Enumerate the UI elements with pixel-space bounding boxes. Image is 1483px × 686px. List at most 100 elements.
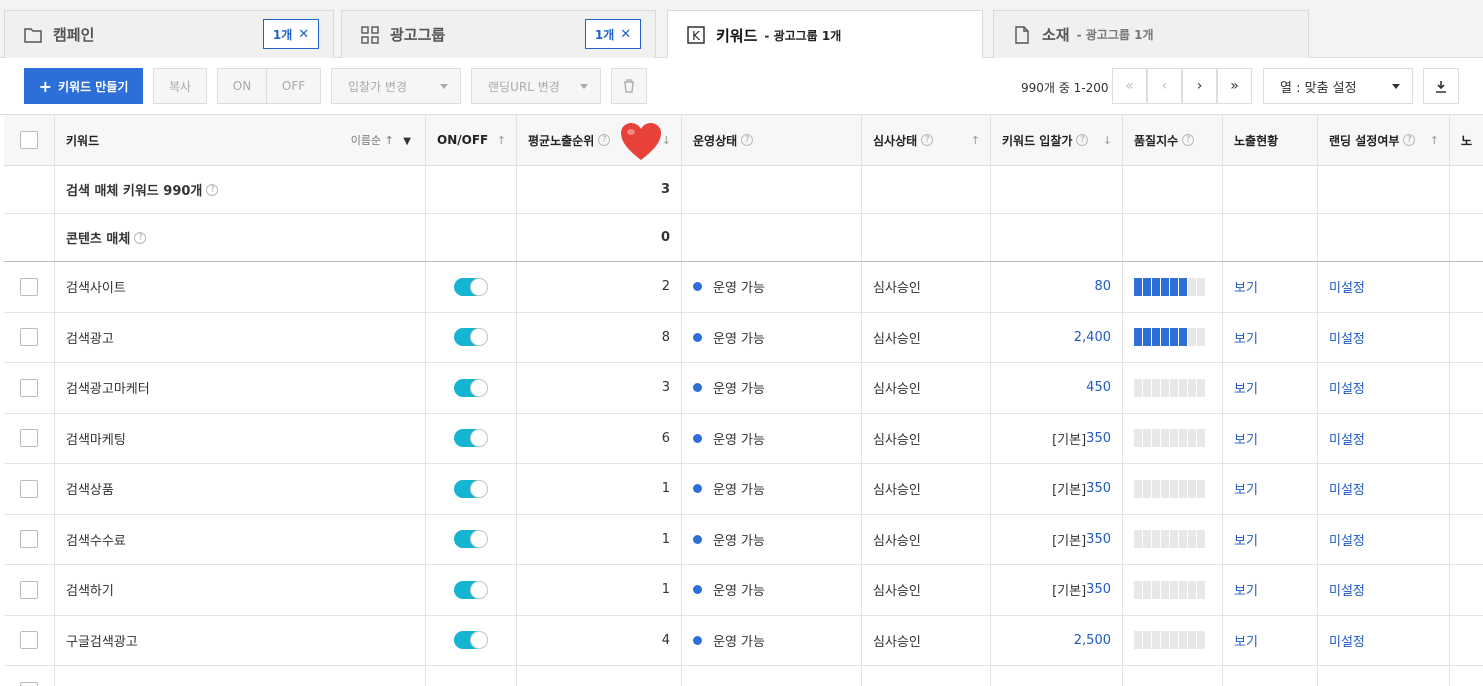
row-checkbox-cell[interactable] — [4, 363, 55, 413]
name-sort[interactable]: 이름순 ↑ ▼ — [351, 132, 411, 148]
col-status[interactable]: 운영상태? — [682, 115, 862, 165]
onoff-toggle[interactable] — [454, 631, 488, 650]
row-checkbox-cell[interactable] — [4, 413, 55, 463]
row-checkbox[interactable] — [20, 277, 38, 296]
onoff-cell[interactable] — [426, 413, 517, 463]
bid-cell[interactable]: 450 — [991, 363, 1123, 413]
row-checkbox[interactable] — [20, 378, 38, 397]
exposure-cell[interactable]: 보기 — [1223, 615, 1318, 665]
exposure-link[interactable]: 보기 — [1234, 429, 1258, 448]
onoff-toggle[interactable] — [454, 479, 488, 498]
exposure-link[interactable]: 보기 — [1234, 378, 1258, 397]
bid-cell[interactable]: 80 — [991, 262, 1123, 312]
onoff-toggle[interactable] — [454, 429, 488, 448]
row-checkbox-cell[interactable] — [4, 666, 55, 686]
landing-cell[interactable]: 미설정 — [1318, 514, 1450, 564]
row-checkbox-cell[interactable] — [4, 565, 55, 615]
landing-link[interactable]: 미설정 — [1329, 378, 1365, 397]
tab-campaign[interactable]: 캠페인 1개 ✕ — [4, 10, 334, 58]
bid-cell[interactable]: [기본] 350 — [991, 464, 1123, 514]
exposure-link[interactable]: 보기 — [1234, 479, 1258, 498]
bid-link[interactable]: 350 — [1086, 582, 1111, 597]
tab-keyword[interactable]: K 키워드 - 광고그룹 1개 — [667, 10, 983, 59]
col-landing[interactable]: 랜딩 설정여부? ↑ — [1318, 115, 1450, 165]
landing-cell[interactable]: 미설정 — [1318, 413, 1450, 463]
exposure-cell[interactable]: 보기 — [1223, 464, 1318, 514]
exposure-cell[interactable]: 보기 — [1223, 514, 1318, 564]
exposure-link[interactable]: 보기 — [1234, 328, 1258, 347]
landing-link[interactable]: 미설정 — [1329, 631, 1365, 650]
landing-cell[interactable]: 미설정 — [1318, 464, 1450, 514]
onoff-cell[interactable] — [426, 615, 517, 665]
landing-link[interactable]: 미설정 — [1329, 530, 1365, 549]
download-button[interactable] — [1423, 68, 1459, 104]
exposure-cell[interactable]: 보기 — [1223, 363, 1318, 413]
bid-link[interactable]: 2,400 — [1074, 330, 1111, 345]
exposure-link[interactable]: 보기 — [1234, 631, 1258, 650]
first-page-button[interactable]: « — [1112, 68, 1147, 104]
landing-link[interactable]: 미설정 — [1329, 277, 1365, 296]
col-exposure[interactable]: 노출현황 — [1223, 115, 1318, 165]
off-button[interactable]: OFF — [266, 68, 321, 104]
exposure-cell[interactable]: 보기 — [1223, 565, 1318, 615]
col-onoff[interactable]: ON/OFF ↑ — [426, 115, 517, 165]
onoff-cell[interactable] — [426, 565, 517, 615]
landing-cell[interactable]: 미설정 — [1318, 312, 1450, 362]
bid-cell[interactable]: 2,400 — [991, 312, 1123, 362]
onoff-cell[interactable] — [426, 312, 517, 362]
exposure-link[interactable]: 보기 — [1234, 580, 1258, 599]
bid-link[interactable]: 350 — [1086, 532, 1111, 547]
row-checkbox[interactable] — [20, 580, 38, 599]
bid-link[interactable]: 450 — [1086, 380, 1111, 395]
onoff-cell[interactable] — [426, 363, 517, 413]
copy-button[interactable]: 복사 — [153, 68, 207, 104]
delete-button[interactable] — [611, 68, 647, 104]
select-all-checkbox[interactable] — [20, 131, 38, 149]
col-bid[interactable]: 키워드 입찰가? ↓ — [991, 115, 1123, 165]
tab-creative[interactable]: 소재 - 광고그룹 1개 — [993, 10, 1309, 58]
landing-link[interactable]: 미설정 — [1329, 580, 1365, 599]
row-checkbox-cell[interactable] — [4, 312, 55, 362]
onoff-toggle[interactable] — [454, 580, 488, 599]
create-keyword-button[interactable]: + 키워드 만들기 — [24, 68, 143, 104]
column-settings-dropdown[interactable]: 열 : 맞춤 설정 — [1263, 68, 1413, 104]
row-checkbox[interactable] — [20, 530, 38, 549]
adgroup-filter-badge[interactable]: 1개 ✕ — [585, 19, 641, 49]
landing-link[interactable]: 미설정 — [1329, 479, 1365, 498]
bid-link[interactable]: 350 — [1086, 431, 1111, 446]
exposure-link[interactable]: 보기 — [1234, 530, 1258, 549]
landing-cell[interactable]: 미설정 — [1318, 363, 1450, 413]
bid-cell[interactable]: 2,500 — [991, 615, 1123, 665]
col-extra[interactable]: 노 — [1450, 115, 1483, 165]
landing-url-change-dropdown[interactable]: 랜딩URL 변경 — [471, 68, 601, 104]
row-checkbox-cell[interactable] — [4, 262, 55, 312]
col-keyword[interactable]: 키워드 이름순 ↑ ▼ — [55, 115, 426, 165]
bid-cell[interactable]: [기본] 350 — [991, 514, 1123, 564]
row-checkbox[interactable] — [20, 681, 38, 686]
prev-page-button[interactable]: ‹ — [1147, 68, 1182, 104]
onoff-toggle[interactable] — [454, 378, 488, 397]
onoff-toggle[interactable] — [454, 277, 488, 296]
bid-cell[interactable]: [기본] 350 — [991, 413, 1123, 463]
bid-link[interactable]: 80 — [1094, 279, 1111, 294]
onoff-cell[interactable] — [426, 262, 517, 312]
onoff-toggle[interactable] — [454, 530, 488, 549]
bid-link[interactable]: 350 — [1086, 481, 1111, 496]
row-checkbox[interactable] — [20, 429, 38, 448]
row-checkbox-cell[interactable] — [4, 514, 55, 564]
tab-adgroup[interactable]: 광고그룹 1개 ✕ — [341, 10, 656, 58]
onoff-cell[interactable] — [426, 464, 517, 514]
bid-change-dropdown[interactable]: 입찰가 변경 — [331, 68, 461, 104]
exposure-cell[interactable]: 보기 — [1223, 262, 1318, 312]
row-checkbox[interactable] — [20, 631, 38, 650]
row-checkbox[interactable] — [20, 479, 38, 498]
onoff-cell[interactable] — [426, 514, 517, 564]
last-page-button[interactable]: » — [1217, 68, 1252, 104]
campaign-filter-badge[interactable]: 1개 ✕ — [263, 19, 319, 49]
landing-link[interactable]: 미설정 — [1329, 429, 1365, 448]
exposure-cell[interactable]: 보기 — [1223, 413, 1318, 463]
col-review[interactable]: 심사상태? ↑ — [862, 115, 991, 165]
landing-cell[interactable]: 미설정 — [1318, 565, 1450, 615]
next-page-button[interactable]: › — [1182, 68, 1217, 104]
row-checkbox-cell[interactable] — [4, 615, 55, 665]
